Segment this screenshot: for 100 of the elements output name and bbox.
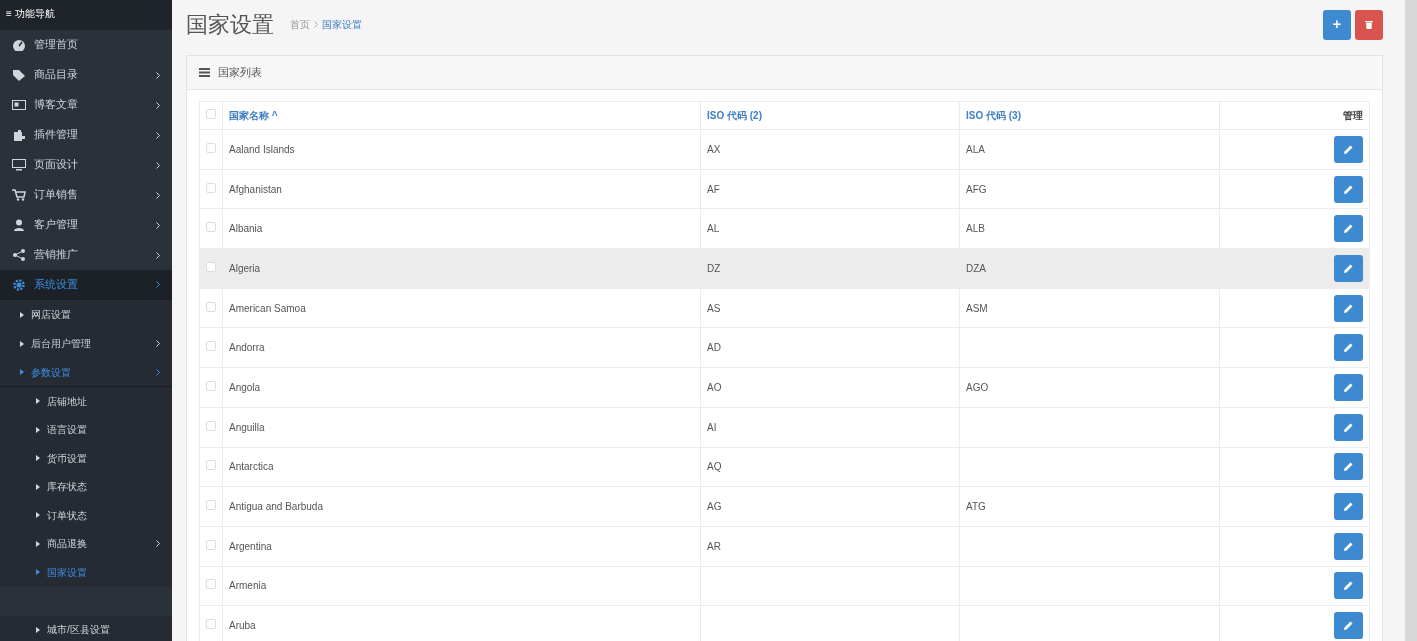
panel-title: 国家列表 <box>218 64 262 80</box>
sidebar-item[interactable]: 客户管理 <box>0 210 172 240</box>
sidebar-item[interactable]: 语言设置 <box>0 415 172 444</box>
edit-button[interactable] <box>1334 493 1363 521</box>
tag-icon <box>12 69 26 81</box>
column-header-link[interactable]: ISO 代码 (3) <box>966 110 1021 121</box>
sidebar-item[interactable]: 插件管理 <box>0 120 172 150</box>
edit-button[interactable] <box>1334 453 1363 481</box>
add-button[interactable]: + <box>1323 9 1351 40</box>
bullet-icon <box>36 540 40 547</box>
row-checkbox[interactable] <box>206 222 216 233</box>
pencil-icon <box>1344 303 1353 313</box>
table-cell: Algeria <box>229 262 261 274</box>
table-cell: Aruba <box>229 620 256 632</box>
table-cell: ALA <box>966 143 985 155</box>
pencil-icon <box>1344 382 1353 392</box>
row-checkbox[interactable] <box>206 380 216 391</box>
sidebar-item[interactable]: 营销推广 <box>0 240 172 270</box>
pencil-icon <box>1344 462 1353 472</box>
row-checkbox[interactable] <box>206 341 216 352</box>
table-cell: AQ <box>707 461 722 473</box>
cart-icon <box>12 189 26 201</box>
chevron-icon <box>156 161 160 169</box>
pencil-icon <box>1344 621 1353 631</box>
sidebar-item[interactable]: 国家设置 <box>0 558 172 587</box>
pencil-icon <box>1344 422 1353 432</box>
share-icon <box>12 249 26 261</box>
edit-button[interactable] <box>1334 572 1363 600</box>
table-cell: ATG <box>966 501 986 513</box>
column-header-link[interactable]: ISO 代码 (2) <box>707 110 762 121</box>
chevron-icon <box>156 540 160 548</box>
column-header-link[interactable]: 国家名称 ^ <box>229 110 278 121</box>
sidebar-item[interactable]: 商品目录 <box>0 60 172 90</box>
table-cell: Aaland Islands <box>229 143 295 155</box>
sidebar-item[interactable]: 后台用户管理 <box>0 329 172 358</box>
select-all-checkbox[interactable] <box>206 109 216 119</box>
row-checkbox[interactable] <box>206 182 216 193</box>
table-cell: Afghanistan <box>229 183 282 195</box>
sidebar-item[interactable]: 页面设计 <box>0 150 172 180</box>
bullet-icon <box>20 311 24 318</box>
edit-button[interactable] <box>1334 175 1363 203</box>
sidebar-item[interactable]: 货币设置 <box>0 444 172 473</box>
bullet-icon <box>20 340 24 347</box>
table-cell: AG <box>707 501 722 513</box>
edit-button[interactable] <box>1334 612 1363 640</box>
table-cell: Angola <box>229 381 261 393</box>
pencil-icon <box>1344 144 1353 154</box>
table-cell: AL <box>707 223 720 235</box>
sidebar-item[interactable]: 博客文章 <box>0 90 172 120</box>
pencil-icon <box>1344 502 1353 512</box>
row-checkbox[interactable] <box>206 619 216 630</box>
trash-icon <box>1365 20 1373 29</box>
edit-button[interactable] <box>1334 413 1363 441</box>
user-icon <box>12 219 26 231</box>
edit-button[interactable] <box>1334 135 1363 163</box>
sidebar-item[interactable]: 订单销售 <box>0 180 172 210</box>
row-checkbox[interactable] <box>206 420 216 431</box>
chevron-icon <box>314 21 318 28</box>
table-cell: ASM <box>966 302 988 314</box>
row-checkbox[interactable] <box>206 500 216 511</box>
row-checkbox[interactable] <box>206 301 216 312</box>
edit-button[interactable] <box>1334 373 1363 401</box>
edit-button[interactable] <box>1334 294 1363 322</box>
table-cell: AGO <box>966 381 989 393</box>
table-cell: AO <box>707 381 722 393</box>
sidebar-item[interactable]: 库存状态 <box>0 472 172 501</box>
sidebar-item[interactable]: 店铺地址 <box>0 387 172 416</box>
id-card-icon <box>12 99 26 111</box>
row-checkbox[interactable] <box>206 460 216 471</box>
delete-button[interactable] <box>1355 9 1383 40</box>
row-checkbox[interactable] <box>206 142 216 153</box>
gauge-icon <box>12 39 26 51</box>
sidebar-item[interactable]: 网店设置 <box>0 300 172 329</box>
row-checkbox[interactable] <box>206 579 216 590</box>
table-cell: AI <box>707 421 717 433</box>
table-cell: Anguilla <box>229 421 265 433</box>
sidebar-item[interactable]: 城市/区县设置 <box>0 615 172 641</box>
sidebar-item[interactable]: 参数设置 <box>0 358 172 387</box>
pencil-icon <box>1344 343 1353 353</box>
bullet-icon <box>36 512 40 519</box>
table-cell: DZ <box>707 262 721 274</box>
table-cell: AX <box>707 143 721 155</box>
sidebar-item[interactable]: 管理首页 <box>0 30 172 60</box>
sidebar-item[interactable]: 系统设置 <box>0 270 172 300</box>
edit-button[interactable] <box>1334 532 1363 560</box>
edit-button[interactable] <box>1334 254 1363 282</box>
row-checkbox[interactable] <box>206 261 216 272</box>
table-cell: AF <box>707 183 720 195</box>
sidebar-item[interactable]: 订单状态 <box>0 501 172 530</box>
bullet-icon <box>36 626 40 633</box>
pencil-icon <box>1344 541 1353 551</box>
breadcrumb-link[interactable]: 国家设置 <box>322 17 362 32</box>
sidebar-item[interactable]: 商品退换 <box>0 529 172 558</box>
bullet-icon <box>36 398 40 405</box>
chevron-icon <box>156 251 160 259</box>
edit-button[interactable] <box>1334 215 1363 243</box>
row-checkbox[interactable] <box>206 539 216 550</box>
puzzle-icon <box>12 129 26 141</box>
edit-button[interactable] <box>1334 334 1363 362</box>
chevron-icon <box>156 221 160 229</box>
